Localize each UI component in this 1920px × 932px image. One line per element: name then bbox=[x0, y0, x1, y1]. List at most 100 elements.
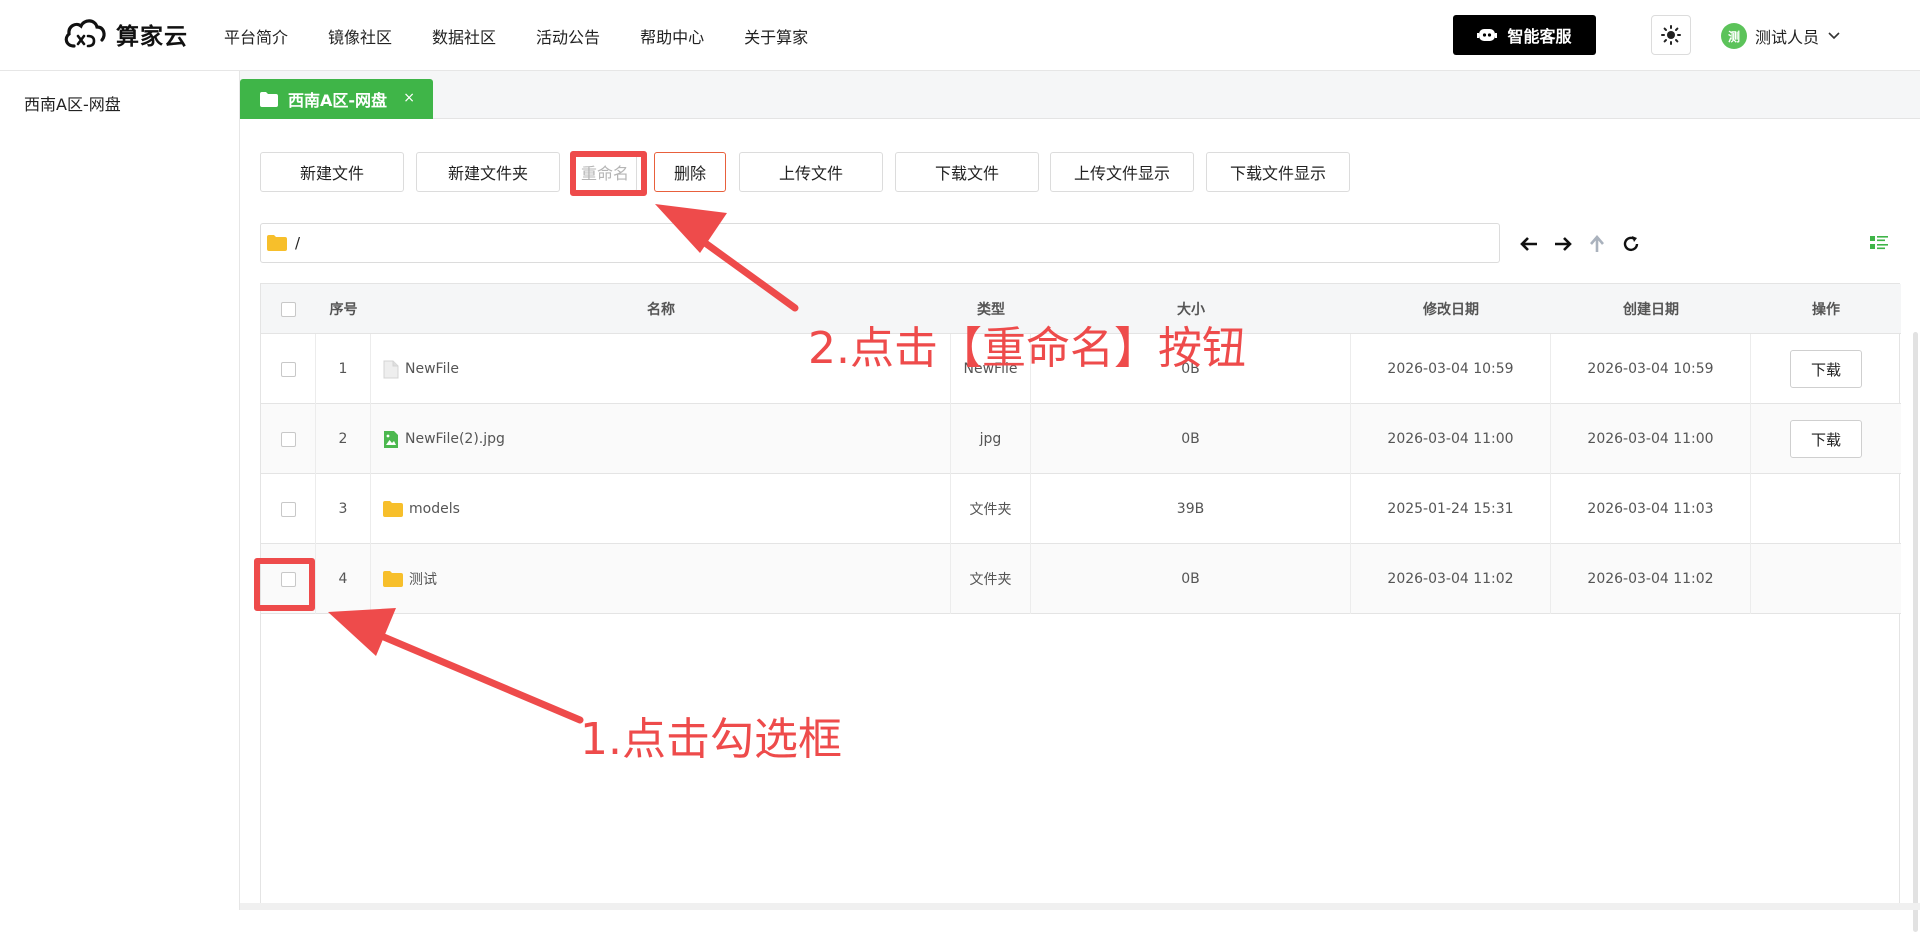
new-file-button[interactable]: 新建文件 bbox=[260, 152, 404, 192]
nav-image-community[interactable]: 镜像社区 bbox=[328, 24, 392, 48]
row-actions bbox=[1751, 474, 1901, 544]
row-checkbox[interactable] bbox=[280, 431, 296, 447]
smart-support-button[interactable]: 智能客服 bbox=[1453, 15, 1596, 55]
show-upload-button[interactable]: 上传文件显示 bbox=[1050, 152, 1194, 192]
nav-help-center[interactable]: 帮助中心 bbox=[640, 24, 704, 48]
annotation-step2: 2.点击【重命名】按钮 bbox=[808, 323, 1246, 374]
delete-button[interactable]: 删除 bbox=[654, 152, 726, 192]
show-download-button[interactable]: 下载文件显示 bbox=[1206, 152, 1350, 192]
tab-close-icon[interactable]: × bbox=[403, 90, 415, 106]
user-name: 测试人员 bbox=[1755, 28, 1820, 47]
nav-data-community[interactable]: 数据社区 bbox=[432, 24, 496, 48]
row-select-cell bbox=[261, 404, 316, 474]
row-name[interactable]: NewFile bbox=[405, 361, 459, 377]
row-index: 1 bbox=[316, 334, 371, 404]
row-modified: 2026-03-04 11:00 bbox=[1351, 404, 1551, 474]
path-input[interactable]: / bbox=[260, 223, 1500, 263]
logo-text: 算家云 bbox=[116, 24, 188, 50]
row-modified: 2026-03-04 10:59 bbox=[1351, 334, 1551, 404]
row-actions: 下载 bbox=[1751, 334, 1901, 404]
col-actions: 操作 bbox=[1812, 302, 1840, 318]
row-name-cell: models bbox=[371, 474, 951, 544]
nav-announcements[interactable]: 活动公告 bbox=[536, 24, 600, 48]
row-actions bbox=[1751, 544, 1901, 614]
row-name[interactable]: models bbox=[409, 501, 460, 517]
main-content: 西南A区-网盘 × 新建文件 新建文件夹 重命名 删除 上传文件 下载文件 上传… bbox=[240, 71, 1920, 932]
row-checkbox[interactable] bbox=[280, 501, 296, 517]
row-index: 3 bbox=[316, 474, 371, 544]
row-created: 2026-03-04 11:00 bbox=[1551, 404, 1751, 474]
theme-toggle-button[interactable] bbox=[1651, 15, 1691, 55]
up-arrow-icon[interactable] bbox=[1586, 233, 1608, 255]
folder-icon bbox=[383, 501, 403, 517]
row-created: 2026-03-04 11:03 bbox=[1551, 474, 1751, 544]
user-menu[interactable]: 测 测试人员 bbox=[1721, 22, 1841, 50]
annotation-step1: 1.点击勾选框 bbox=[580, 714, 842, 765]
tab-strip: 西南A区-网盘 × bbox=[240, 71, 1920, 119]
sidebar: 西南A区-网盘 bbox=[0, 71, 240, 910]
row-created: 2026-03-04 11:02 bbox=[1551, 544, 1751, 614]
list-view-icon[interactable] bbox=[1870, 235, 1888, 255]
refresh-icon[interactable] bbox=[1620, 233, 1642, 255]
avatar: 测 bbox=[1721, 23, 1747, 49]
row-name-cell: 测试 bbox=[371, 544, 951, 614]
path-nav-buttons bbox=[1518, 233, 1642, 255]
support-label: 智能客服 bbox=[1507, 27, 1572, 46]
select-all-checkbox[interactable] bbox=[281, 301, 296, 317]
row-modified: 2025-01-24 15:31 bbox=[1351, 474, 1551, 544]
main-nav: 平台简介 镜像社区 数据社区 活动公告 帮助中心 关于算家 bbox=[224, 0, 848, 71]
row-select-cell bbox=[261, 334, 316, 404]
folder-icon bbox=[383, 571, 403, 587]
back-arrow-icon[interactable] bbox=[1518, 233, 1540, 255]
col-index: 序号 bbox=[329, 302, 358, 318]
row-name[interactable]: NewFile(2).jpg bbox=[405, 431, 505, 447]
logo[interactable]: 算家云 bbox=[62, 12, 188, 56]
tab-label: 西南A区-网盘 bbox=[288, 91, 388, 110]
row-type: 文件夹 bbox=[951, 474, 1031, 544]
row-size: 39B bbox=[1031, 474, 1351, 544]
file-panel: 新建文件 新建文件夹 重命名 删除 上传文件 下载文件 上传文件显示 下载文件显… bbox=[240, 119, 1920, 932]
forward-arrow-icon[interactable] bbox=[1552, 233, 1574, 255]
checkbox-highlight-box bbox=[254, 558, 315, 611]
robot-icon bbox=[1477, 29, 1498, 41]
col-modified: 修改日期 bbox=[1423, 302, 1479, 318]
rename-highlight-box bbox=[570, 151, 647, 196]
upload-file-button[interactable]: 上传文件 bbox=[739, 152, 883, 192]
sun-icon bbox=[1661, 25, 1681, 45]
row-type: jpg bbox=[951, 404, 1031, 474]
file-icon bbox=[383, 360, 399, 378]
row-name-cell: NewFile(2).jpg bbox=[371, 404, 951, 474]
nav-platform-intro[interactable]: 平台简介 bbox=[224, 24, 288, 48]
row-download-button[interactable]: 下载 bbox=[1790, 420, 1862, 458]
current-path: / bbox=[295, 234, 301, 252]
table-row[interactable]: 2 NewFile(2).jpg jpg 0B 2026-03-04 11:00… bbox=[261, 404, 1901, 474]
chevron-down-icon bbox=[1828, 32, 1840, 40]
row-index: 4 bbox=[316, 544, 371, 614]
bottom-strip bbox=[240, 903, 1920, 910]
folder-icon bbox=[260, 91, 278, 107]
row-checkbox[interactable] bbox=[280, 361, 296, 377]
download-file-button[interactable]: 下载文件 bbox=[895, 152, 1039, 192]
row-size: 0B bbox=[1031, 404, 1351, 474]
row-type: 文件夹 bbox=[951, 544, 1031, 614]
row-download-button[interactable]: 下载 bbox=[1790, 350, 1862, 388]
row-created: 2026-03-04 10:59 bbox=[1551, 334, 1751, 404]
new-folder-button[interactable]: 新建文件夹 bbox=[416, 152, 560, 192]
table-row[interactable]: 3 models 文件夹 39B 2025-01-24 15:31 2026-0… bbox=[261, 474, 1901, 544]
nav-about[interactable]: 关于算家 bbox=[744, 24, 808, 48]
file-table: 序号 名称 类型 大小 修改日期 创建日期 操作 1 NewFile NewFi… bbox=[260, 283, 1901, 903]
row-index: 2 bbox=[316, 404, 371, 474]
row-size: 0B bbox=[1031, 544, 1351, 614]
scrollbar[interactable] bbox=[1913, 332, 1918, 932]
folder-icon bbox=[267, 235, 287, 251]
top-navbar: 算家云 平台简介 镜像社区 数据社区 活动公告 帮助中心 关于算家 智能客服 测… bbox=[0, 0, 1920, 71]
row-name[interactable]: 测试 bbox=[409, 569, 437, 589]
sidebar-item-southwest-disk[interactable]: 西南A区-网盘 bbox=[24, 91, 121, 115]
image-icon bbox=[384, 430, 398, 448]
table-row[interactable]: 4 测试 文件夹 0B 2026-03-04 11:02 2026-03-04 … bbox=[261, 544, 1901, 614]
cloud-logo-icon bbox=[64, 19, 106, 48]
tab-southwest-disk[interactable]: 西南A区-网盘 × bbox=[240, 79, 433, 119]
row-actions: 下载 bbox=[1751, 404, 1901, 474]
row-modified: 2026-03-04 11:02 bbox=[1351, 544, 1551, 614]
row-select-cell bbox=[261, 474, 316, 544]
